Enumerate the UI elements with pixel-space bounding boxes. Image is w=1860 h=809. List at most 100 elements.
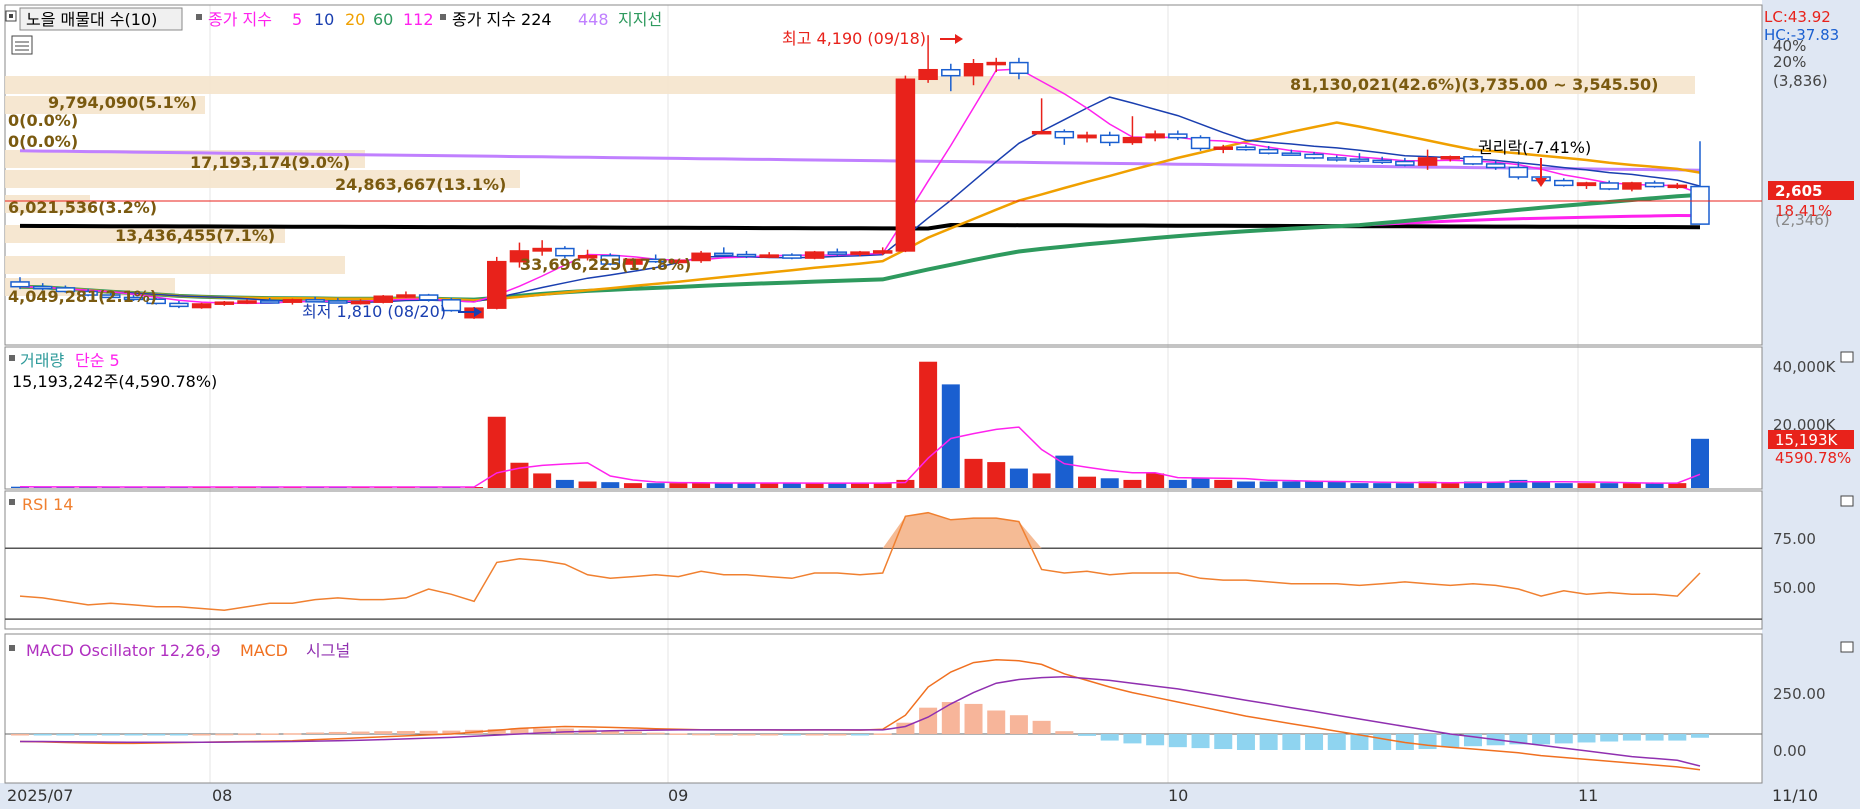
volume-bar bbox=[1078, 476, 1097, 488]
panel-maximize-icon[interactable] bbox=[1840, 495, 1854, 507]
legend-support[interactable]: 지지선 bbox=[618, 10, 662, 29]
macd-oscillator-bar bbox=[919, 707, 938, 734]
macd-oscillator-bar bbox=[169, 734, 188, 736]
macd-oscillator-bar bbox=[419, 730, 438, 734]
candle-down bbox=[10, 281, 30, 288]
volume-bar bbox=[1123, 479, 1142, 488]
candle-up bbox=[1622, 182, 1642, 190]
panel-maximize-icon[interactable] bbox=[1840, 641, 1854, 653]
candle-down bbox=[1190, 136, 1211, 150]
macd-oscillator-bar bbox=[1554, 734, 1573, 744]
volume-bar bbox=[1282, 481, 1301, 488]
legend-volume-profile[interactable]: 노을 매물대 수(10) bbox=[26, 10, 157, 29]
current-price: 2,605 bbox=[1775, 182, 1822, 200]
candle-down bbox=[1258, 148, 1279, 154]
volume-bar bbox=[828, 483, 847, 488]
legend-rsi[interactable]: RSI 14 bbox=[22, 495, 73, 514]
volume-bar bbox=[1395, 483, 1414, 488]
candle-up bbox=[396, 294, 416, 298]
candle-up bbox=[1667, 184, 1688, 189]
macd-oscillator-bar bbox=[1600, 734, 1619, 742]
profile-label-1: 81,130,021(42.6%)(3,735.00 ~ 3,545.50) bbox=[1290, 75, 1658, 94]
macd-oscillator-bar bbox=[987, 710, 1006, 734]
macd-oscillator-bar bbox=[1418, 734, 1437, 750]
legend-volume[interactable]: 거래량 bbox=[20, 351, 64, 370]
rsi-tick-75: 75.00 bbox=[1773, 530, 1816, 548]
legend-ma224[interactable]: 종가 지수 224 bbox=[452, 10, 552, 29]
candle-up bbox=[237, 300, 257, 304]
candle-up bbox=[759, 254, 779, 258]
volume-bar bbox=[1668, 483, 1687, 488]
legend-dot-icon bbox=[9, 14, 13, 18]
candle-up bbox=[1145, 133, 1165, 139]
volume-bar bbox=[1146, 473, 1165, 488]
legend-ma10[interactable]: 10 bbox=[314, 10, 334, 29]
volume-bar bbox=[1577, 483, 1596, 488]
profile-label-2: 9,794,090(5.1%) bbox=[48, 93, 197, 112]
candle-up bbox=[1213, 146, 1233, 150]
volume-bar bbox=[1236, 481, 1255, 488]
volume-bar bbox=[1600, 483, 1619, 488]
legend-ma-label[interactable]: 종가 지수 bbox=[208, 10, 272, 29]
volume-bar bbox=[964, 458, 983, 488]
candle-up bbox=[1031, 130, 1052, 135]
volume-bar bbox=[623, 483, 642, 488]
macd-oscillator-bar bbox=[283, 733, 302, 735]
legend-macd[interactable]: MACD bbox=[240, 641, 288, 660]
legend-ma448[interactable]: 448 bbox=[578, 10, 609, 29]
volume-bar bbox=[1191, 478, 1210, 488]
macd-oscillator-bar bbox=[1123, 734, 1142, 744]
volume-bar bbox=[601, 482, 620, 488]
candle-down bbox=[1599, 182, 1619, 190]
volume-bar bbox=[805, 483, 824, 488]
legend-ma20[interactable]: 20 bbox=[345, 10, 365, 29]
candle-down bbox=[1281, 152, 1302, 156]
volume-bar bbox=[1691, 438, 1709, 488]
volume-bar bbox=[987, 462, 1006, 488]
calendar-icon[interactable] bbox=[11, 35, 33, 55]
lc-label: LC:43.92 bbox=[1764, 8, 1831, 26]
candle-down bbox=[1508, 166, 1529, 178]
profile-label-9: 33,696,225(17.8%) bbox=[520, 255, 691, 274]
candle-down bbox=[714, 252, 734, 257]
volume-bar bbox=[1373, 483, 1392, 488]
legend-ma60[interactable]: 60 bbox=[373, 10, 393, 29]
candle-down bbox=[1554, 179, 1574, 187]
volume-bar bbox=[533, 473, 552, 488]
candle-up bbox=[282, 299, 303, 303]
macd-oscillator-bar bbox=[623, 731, 642, 734]
volume-bar bbox=[1259, 481, 1278, 488]
legend-volume-ma[interactable]: 단순 5 bbox=[75, 351, 120, 370]
legend-ma112[interactable]: 112 bbox=[403, 10, 434, 29]
candle-down bbox=[418, 294, 439, 301]
candle-up bbox=[191, 303, 212, 309]
macd-oscillator-bar bbox=[692, 733, 711, 736]
volume-bar bbox=[941, 384, 960, 488]
volume-bar bbox=[1645, 483, 1664, 488]
panel-maximize-icon[interactable] bbox=[1840, 351, 1854, 363]
candle-down bbox=[1690, 185, 1710, 225]
macd-oscillator-bar bbox=[56, 734, 75, 736]
macd-oscillator-bar bbox=[1191, 734, 1210, 749]
x-label-08: 08 bbox=[212, 786, 232, 805]
macd-oscillator-bar bbox=[351, 731, 370, 734]
candle-up bbox=[986, 61, 1006, 66]
candle-down bbox=[1327, 157, 1347, 161]
candle-down bbox=[1168, 133, 1188, 139]
x-label-10: 10 bbox=[1168, 786, 1188, 805]
macd-oscillator-bar bbox=[124, 734, 143, 736]
volume-info: 15,193,242주(4,590.78%) bbox=[12, 372, 217, 391]
macd-oscillator-bar bbox=[828, 734, 847, 736]
volume-profile-band bbox=[5, 256, 345, 274]
legend-macd-osc[interactable]: MACD Oscillator 12,26,9 bbox=[26, 641, 221, 660]
macd-oscillator-bar bbox=[215, 733, 234, 736]
volume-bar bbox=[1532, 481, 1551, 488]
candle-up bbox=[850, 251, 870, 255]
legend-bullet-icon bbox=[9, 499, 15, 505]
legend-ma5[interactable]: 5 bbox=[292, 10, 302, 29]
volume-bar bbox=[851, 483, 869, 488]
legend-signal[interactable]: 시그널 bbox=[306, 641, 350, 660]
profile-label-5: 17,193,174(9.0%) bbox=[190, 153, 350, 172]
volume-bar bbox=[555, 479, 574, 488]
low-annotation: 최저 1,810 (08/20) bbox=[302, 302, 446, 321]
